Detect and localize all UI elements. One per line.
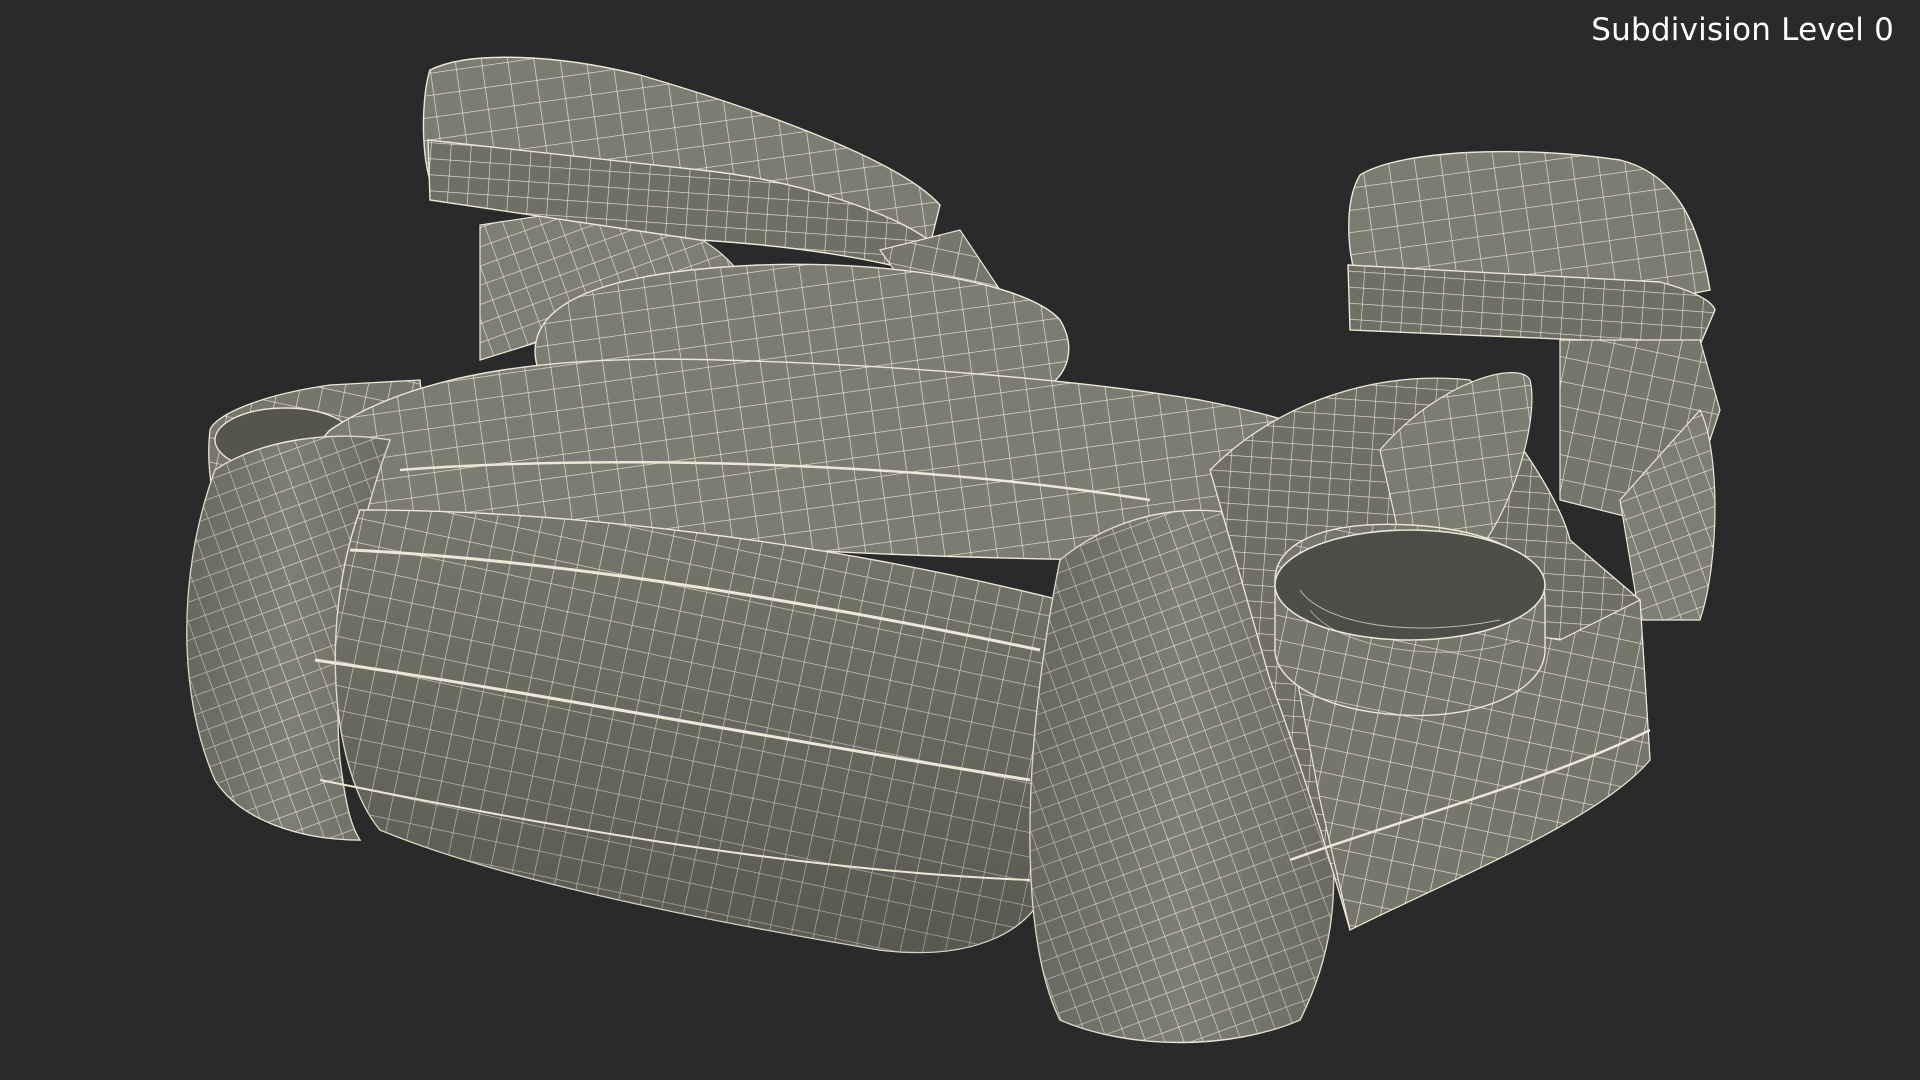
3d-viewport[interactable]: Subdivision Level 0 <box>0 0 1920 1080</box>
right-cup-holder <box>1274 523 1546 717</box>
subdivision-level-label: Subdivision Level 0 <box>1591 12 1894 48</box>
booster-seat-render <box>186 56 1721 1044</box>
seat-front <box>314 509 1061 954</box>
